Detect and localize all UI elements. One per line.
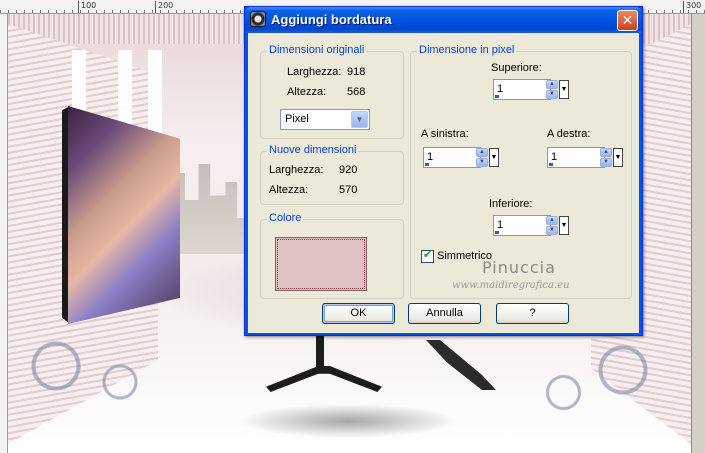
chevron-down-icon[interactable]: ▼ xyxy=(613,148,623,167)
top-input[interactable]: 1 xyxy=(493,79,551,100)
watermark-url: www.maidiregrafica.eu xyxy=(452,280,570,291)
original-width-label: Larghezza: xyxy=(287,66,342,78)
original-width-value: 918 xyxy=(347,66,366,78)
chevron-down-icon[interactable]: ▼ xyxy=(559,216,569,235)
arrow-up-icon[interactable]: ▲ xyxy=(600,148,612,157)
bottom-input[interactable]: 1 xyxy=(493,215,551,236)
left-spinner[interactable]: 1 ▲ ▼ ▼ xyxy=(423,147,501,168)
top-value: 1 xyxy=(497,83,504,95)
arrow-down-icon[interactable]: ▼ xyxy=(476,158,488,167)
new-width-value: 920 xyxy=(339,164,358,176)
cancel-button[interactable]: Annulla xyxy=(408,303,481,324)
pixel-size-title: Dimensione in pixel xyxy=(417,44,517,56)
chevron-down-icon[interactable]: ▼ xyxy=(559,80,569,99)
new-height-value: 570 xyxy=(339,184,358,196)
right-spinner[interactable]: 1 ▲ ▼ ▼ xyxy=(547,147,625,168)
new-width-label: Larghezza: xyxy=(269,164,324,176)
original-height-label: Altezza: xyxy=(287,86,327,98)
unit-select[interactable]: Pixel ▼ xyxy=(280,109,370,130)
add-border-dialog: Aggiungi bordatura ✕ Dimensioni original… xyxy=(244,6,643,336)
unit-select-value: Pixel xyxy=(285,113,309,125)
painting-portrait xyxy=(68,106,180,324)
ruler-mark: 300 xyxy=(683,1,701,13)
top-spinner[interactable]: 1 ▲ ▼ ▼ xyxy=(493,79,571,100)
left-value: 1 xyxy=(427,151,434,163)
close-button[interactable]: ✕ xyxy=(617,10,638,31)
color-title: Colore xyxy=(267,212,304,224)
right-scrollbar[interactable] xyxy=(691,14,705,453)
left-input[interactable]: 1 xyxy=(423,147,481,168)
color-group: Colore xyxy=(260,212,404,299)
left-label: A sinistra: xyxy=(421,128,469,140)
swirl-ornament-right xyxy=(521,334,691,424)
right-input[interactable]: 1 xyxy=(547,147,605,168)
dialog-title: Aggiungi bordatura xyxy=(271,12,392,27)
symmetric-checkbox[interactable] xyxy=(421,248,434,263)
new-height-label: Altezza: xyxy=(269,184,309,196)
bottom-spinner[interactable]: 1 ▲ ▼ ▼ xyxy=(493,215,571,236)
ruler-mark: 100 xyxy=(78,1,96,13)
help-button[interactable]: ? xyxy=(496,303,569,324)
top-label: Superiore: xyxy=(491,62,542,74)
arrow-up-icon[interactable]: ▲ xyxy=(546,216,558,225)
vertical-ruler xyxy=(0,14,8,453)
light-pillar xyxy=(148,50,162,140)
right-value: 1 xyxy=(551,151,558,163)
arrow-down-icon[interactable]: ▼ xyxy=(546,90,558,99)
new-dimensions-title: Nuove dimensioni xyxy=(267,144,359,156)
arrow-up-icon[interactable]: ▲ xyxy=(476,148,488,157)
arrow-up-icon[interactable]: ▲ xyxy=(546,80,558,89)
dialog-titlebar[interactable]: Aggiungi bordatura ✕ xyxy=(245,7,642,33)
border-color-swatch[interactable] xyxy=(275,237,367,291)
app-icon xyxy=(250,11,266,27)
new-dimensions-group: Nuove dimensioni Larghezza: 920 Altezza:… xyxy=(260,144,404,205)
swirl-ornament-left xyxy=(8,334,168,414)
bottom-value: 1 xyxy=(497,219,504,231)
right-label: A destra: xyxy=(547,128,591,140)
chair-shadow xyxy=(238,404,458,438)
ok-button[interactable]: OK xyxy=(322,303,395,324)
watermark-name: Pinuccia xyxy=(482,258,556,277)
original-height-value: 568 xyxy=(347,86,366,98)
bottom-label: Inferiore: xyxy=(489,198,533,210)
original-dimensions-group: Dimensioni originali Larghezza: 918 Alte… xyxy=(260,44,404,139)
original-dimensions-title: Dimensioni originali xyxy=(267,44,367,56)
chevron-down-icon[interactable]: ▼ xyxy=(489,148,499,167)
chevron-down-icon[interactable]: ▼ xyxy=(351,111,368,128)
arrow-down-icon[interactable]: ▼ xyxy=(546,226,558,235)
arrow-down-icon[interactable]: ▼ xyxy=(600,158,612,167)
ruler-mark: 200 xyxy=(155,1,173,13)
dialog-body: Dimensioni originali Larghezza: 918 Alte… xyxy=(248,33,639,333)
